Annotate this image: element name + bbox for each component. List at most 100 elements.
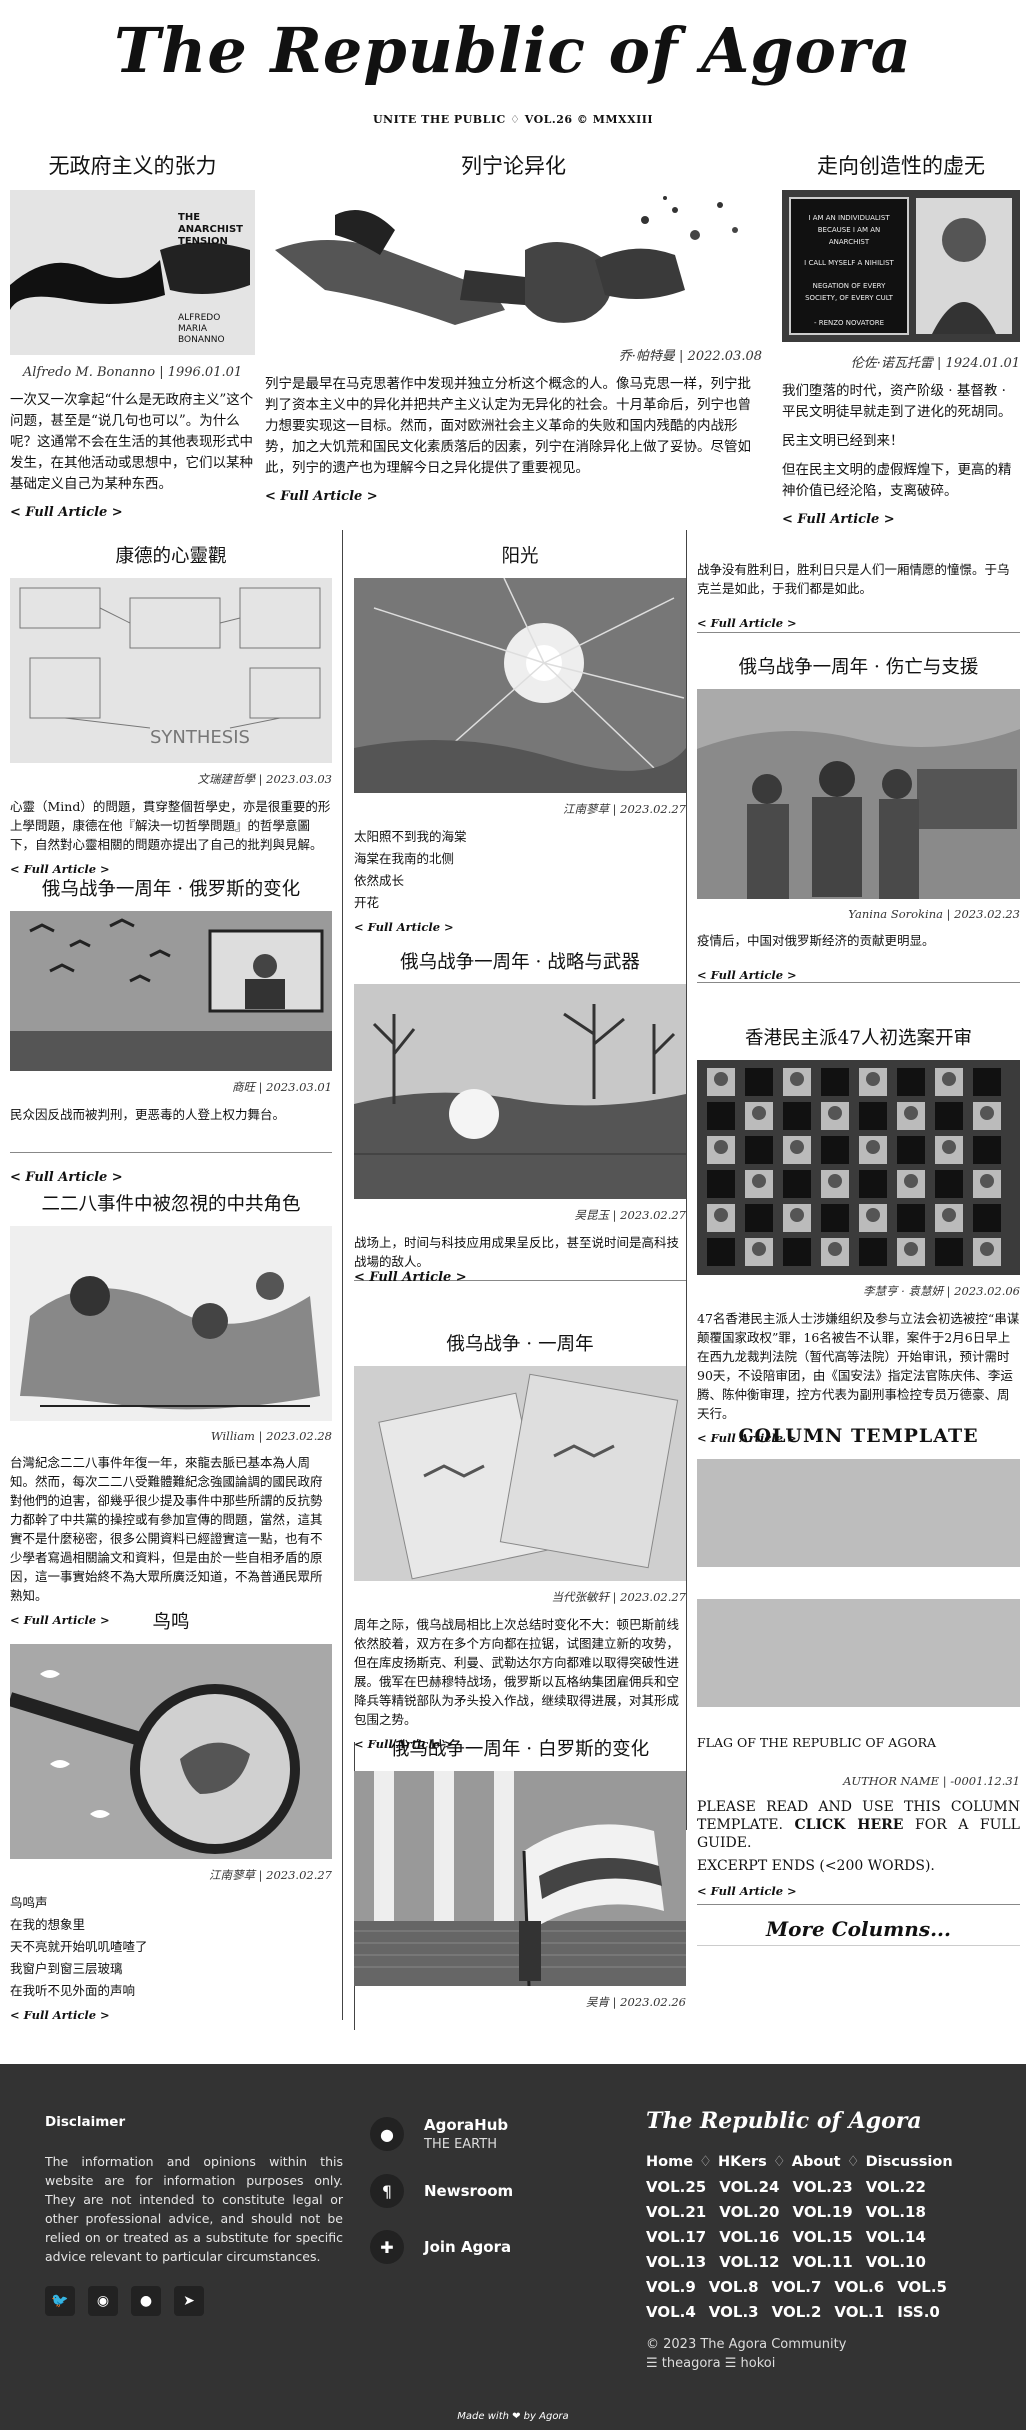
volume-link[interactable]: VOL.18 <box>866 2203 926 2221</box>
article-image[interactable] <box>354 984 686 1199</box>
228-cartoon-image <box>10 1226 332 1421</box>
volume-link[interactable]: VOL.12 <box>719 2253 779 2271</box>
full-article-link[interactable]: < Full Article > <box>265 489 762 504</box>
full-article-link[interactable]: < Full Article > <box>697 616 1020 630</box>
column-template-title[interactable]: COLUMN TEMPLATE <box>697 1425 1020 1447</box>
volume-link[interactable]: VOL.5 <box>897 2278 947 2296</box>
agorahub-link[interactable]: ● AgoraHub THE EARTH <box>370 2116 600 2152</box>
article-title[interactable]: 俄乌战争 · 一周年 <box>354 1330 686 1356</box>
volume-link[interactable]: VOL.22 <box>866 2178 926 2196</box>
article-credit: 吴肯 | 2023.02.26 <box>585 1995 686 2009</box>
more-columns-link[interactable]: More Columns... <box>697 1917 1020 1941</box>
article-title[interactable]: 俄乌战争一周年 · 俄罗斯的变化 <box>10 875 332 901</box>
article-title[interactable]: 无政府主义的张力 <box>10 150 255 180</box>
volume-link[interactable]: VOL.25 <box>646 2178 706 2196</box>
volume-link[interactable]: VOL.20 <box>719 2203 779 2221</box>
volume-link[interactable]: VOL.16 <box>719 2228 779 2246</box>
article-excerpt: 台灣紀念二二八事件年復一年，來龍去脈已基本為人周知。然而，每次二二八受難體難紀念… <box>10 1455 323 1603</box>
svg-text:- RENZO NOVATORE: - RENZO NOVATORE <box>814 319 884 327</box>
article-title[interactable]: 俄乌战争一周年 · 白罗斯的变化 <box>354 1735 686 1761</box>
article-image[interactable] <box>354 1771 686 1986</box>
template-image-placeholder[interactable] <box>697 1459 1020 1567</box>
article-excerpt: 民主文明已经到来！ <box>782 433 904 449</box>
nav-about[interactable]: About <box>792 2154 841 2170</box>
article-image[interactable] <box>10 1226 332 1421</box>
footer-credits: ☰ theagora ☰ hokoi <box>646 2356 776 2371</box>
volume-link[interactable]: VOL.6 <box>834 2278 884 2296</box>
article-image[interactable]: I AM AN INDIVIDUALIST BECAUSE I AM AN AN… <box>782 190 1020 342</box>
article-credit: 李慧亨 · 袁慧妍 | 2023.02.06 <box>863 1284 1020 1298</box>
volume-link[interactable]: ISS.0 <box>897 2303 940 2321</box>
full-article-link[interactable]: < Full Article > <box>10 1170 123 1185</box>
anarchist-tension-cover: THE ANARCHIST TENSION ALFREDO MARIA BONA… <box>10 212 250 345</box>
volume-link[interactable]: VOL.19 <box>792 2203 852 2221</box>
article-title[interactable]: 走向创造性的虚无 <box>782 150 1020 180</box>
image-caption: FLAG OF THE REPUBLIC OF AGORA <box>697 1735 937 1750</box>
volume-link[interactable]: VOL.11 <box>792 2253 852 2271</box>
article-image[interactable]: THE ANARCHIST TENSION ALFREDO MARIA BONA… <box>10 190 255 355</box>
article-image[interactable] <box>10 911 332 1071</box>
volume-link[interactable]: VOL.1 <box>834 2303 884 2321</box>
volume-link[interactable]: VOL.4 <box>646 2303 696 2321</box>
disclaimer: Disclaimer The information and opinions … <box>45 2114 343 2316</box>
volume-link[interactable]: VOL.9 <box>646 2278 696 2296</box>
volume-link[interactable]: VOL.2 <box>772 2303 822 2321</box>
article-title[interactable]: 鸟鸣 <box>10 1608 332 1634</box>
volume-link[interactable]: VOL.23 <box>792 2178 852 2196</box>
article-title[interactable]: 阳光 <box>354 542 686 568</box>
volume-link[interactable]: VOL.7 <box>772 2278 822 2296</box>
join-agora-link[interactable]: ✚ Join Agora <box>370 2230 600 2264</box>
pilcrow-icon: ¶ <box>370 2174 404 2208</box>
article-image[interactable] <box>265 190 762 335</box>
click-here-link[interactable]: CLICK HERE <box>794 1817 903 1833</box>
volume-link[interactable]: VOL.13 <box>646 2253 706 2271</box>
github-icon[interactable]: ◉ <box>88 2286 118 2316</box>
nav-discussion[interactable]: Discussion <box>866 2154 953 2170</box>
article-card: 俄乌战争一周年 · 白罗斯的变化 吴肯 | 2023.02.26 <box>354 1735 686 2020</box>
full-article-link[interactable]: < Full Article > <box>697 968 1020 982</box>
telegram-icon[interactable]: ➤ <box>174 2286 204 2316</box>
article-image[interactable] <box>354 1366 686 1581</box>
volume-link[interactable]: VOL.14 <box>866 2228 926 2246</box>
article-title[interactable]: 列宁论异化 <box>265 150 762 180</box>
article-title[interactable]: 香港民主派47人初选案开审 <box>697 1024 1020 1050</box>
article-title[interactable]: 二二八事件中被忽視的中共角色 <box>10 1190 332 1216</box>
made-with-love: Made with ❤ by Agora <box>457 2411 569 2422</box>
volume-link[interactable]: VOL.10 <box>866 2253 926 2271</box>
article-image[interactable] <box>10 1644 332 1859</box>
article-excerpt: 一次又一次拿起“什么是无政府主义”这个问题，甚至是“说几句也可以”。为什么呢？这… <box>10 392 254 492</box>
nav-hkers[interactable]: HKers <box>718 2154 767 2170</box>
flag-image-placeholder[interactable] <box>697 1599 1020 1707</box>
footer-site-title[interactable]: The Republic of Agora <box>646 2108 986 2134</box>
volume-link[interactable]: VOL.21 <box>646 2203 706 2221</box>
volume-link[interactable]: VOL.17 <box>646 2228 706 2246</box>
article-image[interactable] <box>697 689 1020 899</box>
full-article-link[interactable]: < Full Article > <box>697 1884 1020 1898</box>
twitter-icon[interactable]: 🐦 <box>45 2286 75 2316</box>
article-title[interactable]: 俄乌战争一周年 · 战略与武器 <box>354 948 686 974</box>
disclaimer-text: The information and opinions within this… <box>45 2154 343 2264</box>
volume-link[interactable]: VOL.24 <box>719 2178 779 2196</box>
volume-link[interactable]: VOL.3 <box>709 2303 759 2321</box>
full-article-link[interactable]: < Full Article > <box>354 1270 467 1285</box>
article-image[interactable] <box>354 578 686 793</box>
article-image[interactable]: SYNTHESIS <box>10 578 332 763</box>
full-article-link[interactable]: < Full Article > <box>10 2008 332 2022</box>
featured-article-2: 列宁论异化 乔·帕特曼 | 2022.03.08 列宁是最早在马克思著作中发现并… <box>265 150 762 504</box>
volume-link[interactable]: VOL.8 <box>709 2278 759 2296</box>
full-article-link[interactable]: < Full Article > <box>782 512 1020 527</box>
full-article-link[interactable]: < Full Article > <box>10 862 332 876</box>
nav-home[interactable]: Home <box>646 2154 693 2170</box>
reddit-icon[interactable]: ● <box>131 2286 161 2316</box>
full-article-link[interactable]: < Full Article > <box>10 505 255 520</box>
divider <box>697 982 1020 983</box>
newsroom-link[interactable]: ¶ Newsroom <box>370 2174 600 2208</box>
article-card: 二二八事件中被忽視的中共角色 William | 2023.02.28 台灣紀念… <box>10 1190 332 1627</box>
volume-link[interactable]: VOL.15 <box>792 2228 852 2246</box>
site-title[interactable]: The Republic of Agora <box>0 14 1026 87</box>
column-divider <box>686 530 687 1830</box>
article-title[interactable]: 康德的心靈觀 <box>10 542 332 568</box>
article-image[interactable] <box>697 1060 1020 1275</box>
full-article-link[interactable]: < Full Article > <box>354 920 686 934</box>
article-title[interactable]: 俄乌战争一周年 · 伤亡与支援 <box>697 653 1020 679</box>
